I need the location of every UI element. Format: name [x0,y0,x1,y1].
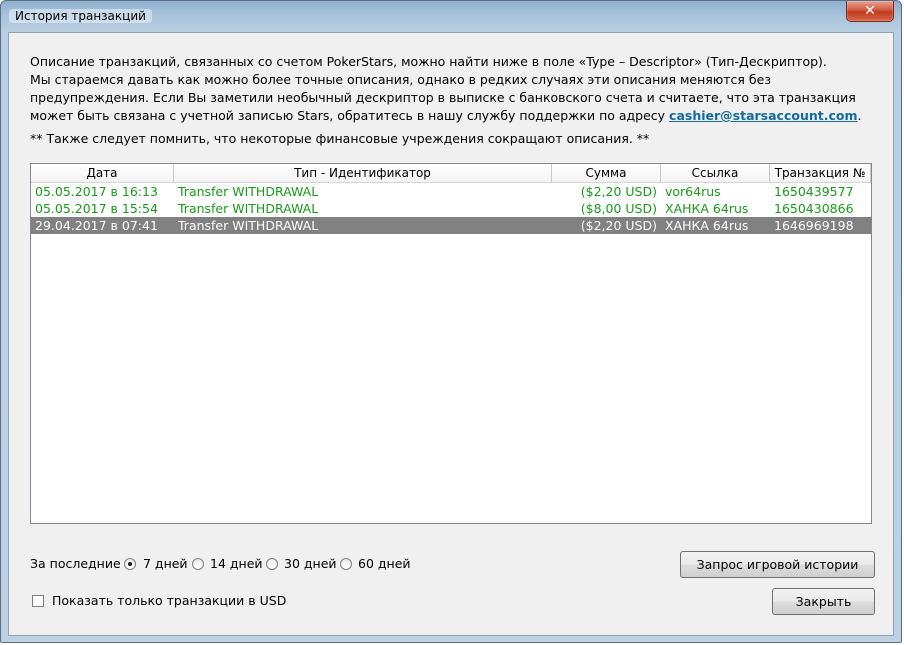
period-radio-0[interactable] [124,558,136,570]
column-header-date[interactable]: Дата [31,164,174,182]
cell-type: Transfer WITHDRAWAL [178,201,319,216]
period-radio-1[interactable] [192,558,204,570]
period-option-label[interactable]: 30 дней [284,556,337,571]
description-line-2: Мы стараемся давать как можно более точн… [30,71,880,125]
cell-type: Transfer WITHDRAWAL [178,218,319,233]
close-icon: ✕ [864,3,876,19]
period-option-label[interactable]: 7 дней [143,556,188,571]
cell-date: 05.05.2017 в 16:13 [35,184,158,199]
period-option-label[interactable]: 60 дней [358,556,411,571]
cell-txn: 1646969198 [774,218,854,233]
cell-date: 29.04.2017 в 07:41 [35,218,158,233]
usd-only-label[interactable]: Показать только транзакции в USD [52,593,286,608]
period-radio-2[interactable] [266,558,278,570]
cell-type: Transfer WITHDRAWAL [178,184,319,199]
description-period: . [857,108,862,123]
description-line-1: Описание транзакций, связанных со счетом… [30,54,827,69]
cell-sum: ($8,00 USD) [580,201,657,216]
column-header-ref[interactable]: Ссылка [661,164,770,182]
usd-only-checkbox[interactable] [32,595,44,607]
cell-ref: ХАНКА 64rus [665,218,749,233]
support-email-link[interactable]: cashier@starsaccount.com [669,108,857,123]
table-header: Дата Тип - Идентификатор Сумма Ссылка Тр… [31,164,871,183]
close-button[interactable]: Закрыть [772,588,875,615]
cell-ref: vor64rus [665,184,721,199]
cell-ref: ХАНКА 64rus [665,201,749,216]
cell-txn: 1650430866 [774,201,854,216]
cell-txn: 1650439577 [774,184,854,199]
descriptor-note: ** Также следует помнить, что некоторые … [30,131,650,146]
description: Описание транзакций, связанных со счетом… [30,53,880,125]
title-bar[interactable]: История транзакций ✕ [1,1,901,31]
period-option-label[interactable]: 14 дней [210,556,263,571]
cell-date: 05.05.2017 в 15:54 [35,201,158,216]
table-row[interactable]: 05.05.2017 в 15:54 Transfer WITHDRAWAL ($8… [31,200,871,217]
table-row[interactable]: 05.05.2017 в 16:13 Transfer WITHDRAWAL ($2… [31,183,871,200]
window-title: История транзакций [9,9,152,23]
window-close-button[interactable]: ✕ [846,1,894,22]
dialog-content: Описание транзакций, связанных со счетом… [8,32,894,636]
transactions-table: Дата Тип - Идентификатор Сумма Ссылка Тр… [30,163,872,524]
cell-sum: ($2,20 USD) [580,184,657,199]
request-game-history-button[interactable]: Запрос игровой истории [680,551,875,578]
cell-sum: ($2,20 USD) [580,218,657,233]
period-radio-3[interactable] [340,558,352,570]
column-header-txn[interactable]: Транзакция № [770,164,871,182]
column-header-type[interactable]: Тип - Идентификатор [174,164,552,182]
table-row[interactable]: 29.04.2017 в 07:41 Transfer WITHDRAWAL ($2… [31,217,871,234]
transaction-history-window: История транзакций ✕ Описание транзакций… [0,0,902,643]
column-header-sum[interactable]: Сумма [552,164,661,182]
period-label: За последние [30,556,121,571]
